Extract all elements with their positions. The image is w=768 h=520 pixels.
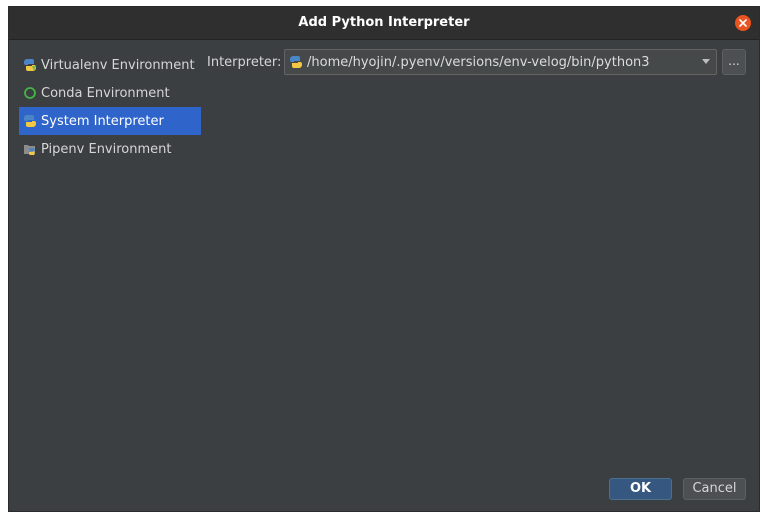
sidebar-item-pipenv[interactable]: Pipenv Environment [19, 135, 201, 163]
cancel-button[interactable]: Cancel [683, 478, 746, 500]
sidebar-item-conda[interactable]: Conda Environment [19, 79, 201, 107]
python-venv-icon [23, 58, 37, 72]
python-icon [23, 114, 37, 128]
dialog-title: Add Python Interpreter [298, 15, 470, 30]
pipenv-icon [23, 142, 37, 156]
chevron-down-icon[interactable] [702, 59, 710, 64]
sidebar-item-label: Conda Environment [41, 85, 170, 101]
close-icon [739, 19, 747, 27]
sidebar-item-label: Pipenv Environment [41, 141, 172, 157]
interpreter-select[interactable]: /home/hyojin/.pyenv/versions/env-velog/b… [284, 49, 717, 75]
interpreter-label: Interpreter: [207, 55, 282, 70]
sidebar-item-virtualenv[interactable]: Virtualenv Environment [19, 51, 201, 79]
interpreter-path-value: /home/hyojin/.pyenv/versions/env-velog/b… [307, 54, 650, 70]
sidebar-item-label: System Interpreter [41, 113, 164, 129]
python-icon [289, 55, 303, 69]
add-python-interpreter-dialog: Add Python Interpreter Virtualenv Enviro… [8, 6, 760, 512]
close-button[interactable] [735, 15, 751, 31]
sidebar-item-system-interpreter[interactable]: System Interpreter [19, 107, 201, 135]
ok-button[interactable]: OK [609, 478, 672, 500]
browse-interpreter-button[interactable]: ... [722, 49, 746, 75]
conda-ring-icon [23, 86, 37, 100]
environment-type-list: Virtualenv Environment Conda Environment… [19, 51, 201, 163]
sidebar-item-label: Virtualenv Environment [41, 57, 195, 73]
dialog-titlebar: Add Python Interpreter [9, 7, 759, 40]
